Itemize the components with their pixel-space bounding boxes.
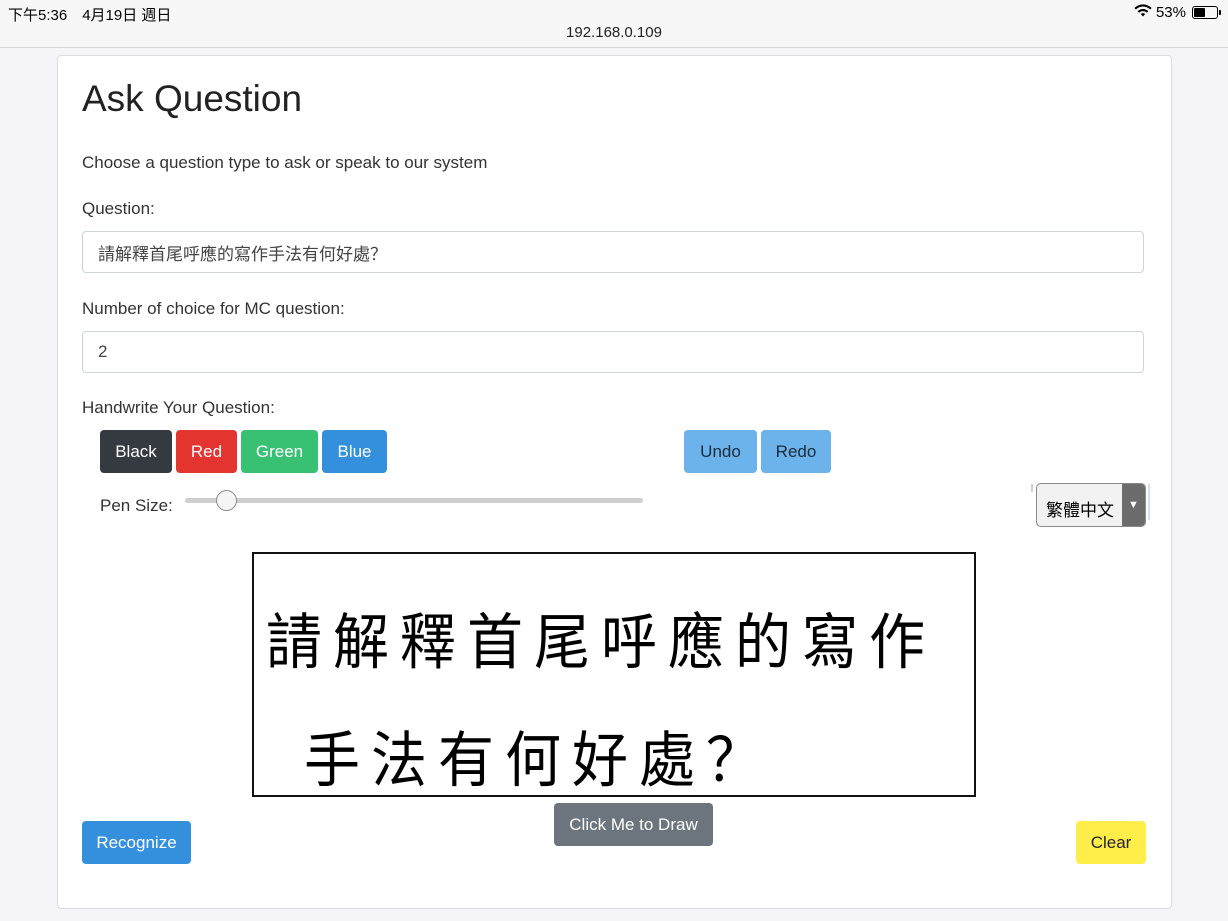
mc-choice-input[interactable]: 2 — [82, 331, 1144, 373]
handwrite-label: Handwrite Your Question: — [82, 398, 275, 417]
wifi-icon — [1134, 4, 1152, 21]
status-time: 下午5:36 4月19日 週日 — [8, 7, 172, 24]
select-focus-edge — [1148, 484, 1150, 520]
pen-size-label: Pen Size: — [100, 496, 173, 515]
question-input[interactable]: 請解釋首尾呼應的寫作手法有何好處？ — [82, 231, 1144, 273]
undo-button[interactable]: Undo — [684, 430, 757, 473]
handwriting-canvas[interactable]: 請解釋首尾呼應的寫作 手法有何好處？ — [252, 552, 976, 797]
handwritten-line-2: 手法有何好處？ — [304, 726, 773, 797]
pen-size-slider-thumb[interactable] — [216, 490, 237, 511]
question-label: Question: — [82, 199, 155, 218]
pen-size-slider[interactable] — [185, 498, 643, 503]
battery-icon — [1192, 6, 1221, 19]
redo-button[interactable]: Redo — [761, 430, 831, 473]
address-bar-url[interactable]: 192.168.0.109 — [0, 24, 1228, 41]
intro-text: Choose a question type to ask or speak t… — [82, 153, 488, 172]
clear-button[interactable]: Clear — [1076, 821, 1146, 864]
page-title: Ask Question — [82, 78, 303, 119]
click-to-draw-button[interactable]: Click Me to Draw — [554, 803, 713, 846]
language-select[interactable]: 繁體中文 ▼ — [1036, 483, 1146, 527]
recognize-button[interactable]: Recognize — [82, 821, 191, 864]
pen-color-black-button[interactable]: Black — [100, 430, 172, 473]
pen-color-blue-button[interactable]: Blue — [322, 430, 387, 473]
battery-percent: 53% — [1155, 4, 1186, 21]
status-bar: 下午5:36 4月19日 週日 192.168.0.109 53% — [0, 0, 1228, 48]
pen-color-green-button[interactable]: Green — [241, 430, 318, 473]
select-focus-edge — [1031, 484, 1033, 492]
pen-color-red-button[interactable]: Red — [176, 430, 237, 473]
chevron-down-icon: ▼ — [1122, 484, 1145, 526]
mc-choice-label: Number of choice for MC question: — [82, 299, 345, 318]
language-select-value: 繁體中文 — [1046, 501, 1114, 520]
handwritten-line-1: 請解釋首尾呼應的寫作 — [266, 608, 936, 679]
status-indicators: 53% — [1134, 4, 1221, 21]
